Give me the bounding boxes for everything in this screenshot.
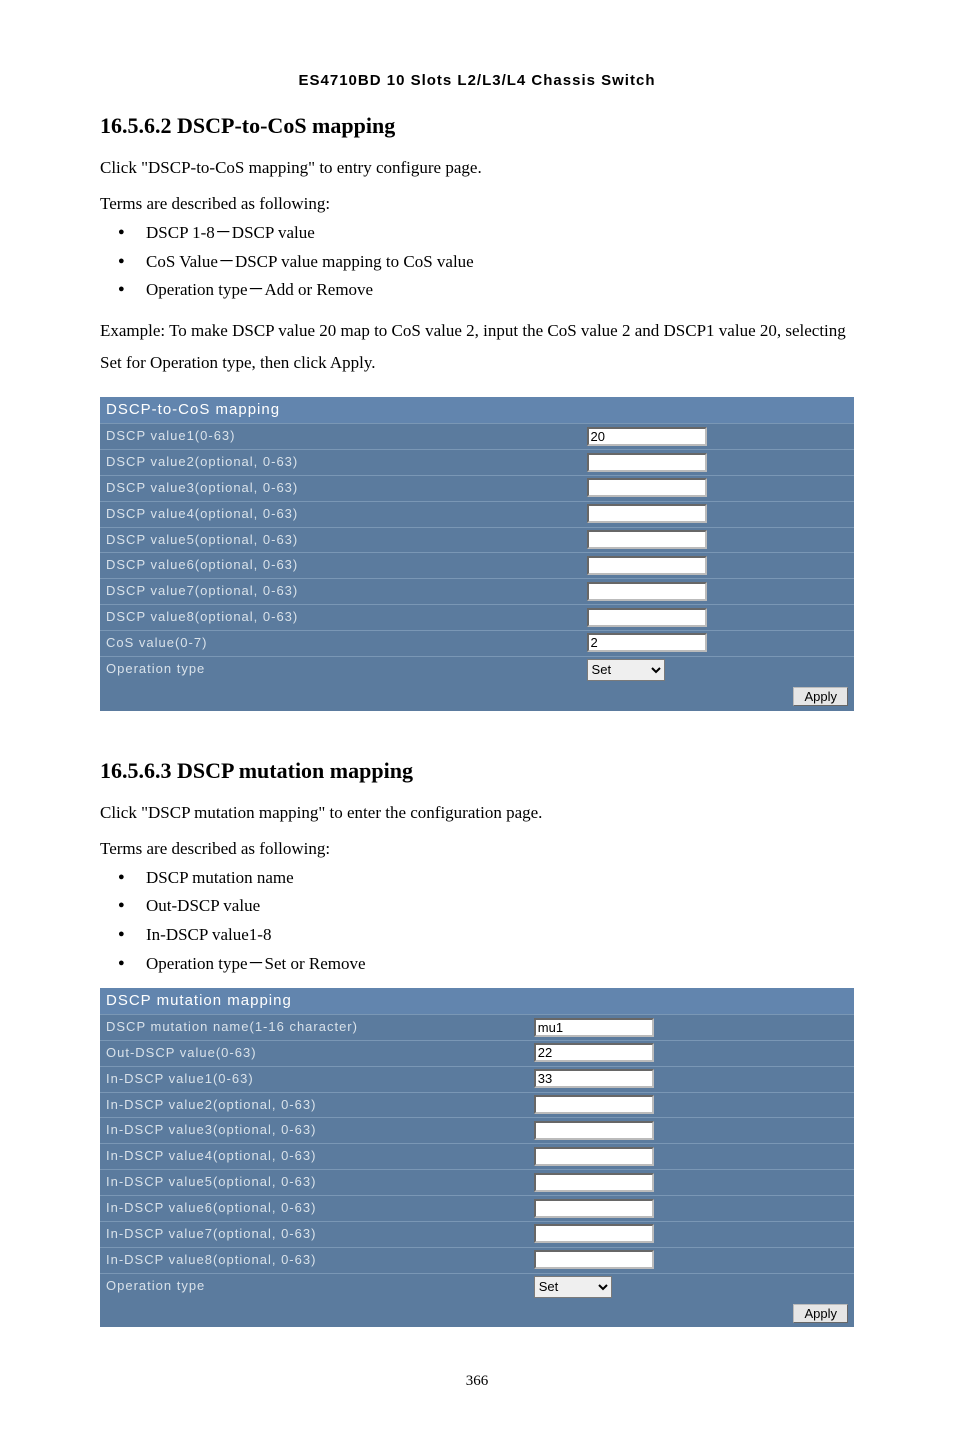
row-label: DSCP value6(optional, 0-63): [100, 553, 583, 579]
out-dscp-input[interactable]: [534, 1043, 654, 1062]
in-dscp-value5-input[interactable]: [534, 1173, 654, 1192]
apply-button[interactable]: Apply: [793, 687, 848, 706]
list-item: In-DSCP value1-8: [118, 923, 854, 948]
section1-terms-title: Terms are described as following:: [100, 192, 854, 217]
section2-intro: Click "DSCP mutation mapping" to enter t…: [100, 801, 854, 826]
section2-heading: 16.5.6.3 DSCP mutation mapping: [100, 755, 854, 787]
row-label: Operation type: [100, 656, 583, 683]
in-dscp-value2-input[interactable]: [534, 1095, 654, 1114]
row-label: In-DSCP value4(optional, 0-63): [100, 1144, 530, 1170]
row-label: DSCP value1(0-63): [100, 424, 583, 450]
section2-terms-title: Terms are described as following:: [100, 837, 854, 862]
list-item: Operation type－Add or Remove: [118, 278, 854, 303]
cos-value-input[interactable]: [587, 633, 707, 652]
section2-terms-list: DSCP mutation name Out-DSCP value In-DSC…: [118, 866, 854, 977]
in-dscp-value3-input[interactable]: [534, 1121, 654, 1140]
in-dscp-value1-input[interactable]: [534, 1069, 654, 1088]
in-dscp-value7-input[interactable]: [534, 1224, 654, 1243]
row-label: In-DSCP value8(optional, 0-63): [100, 1247, 530, 1273]
row-label: DSCP value2(optional, 0-63): [100, 450, 583, 476]
row-label: In-DSCP value2(optional, 0-63): [100, 1092, 530, 1118]
list-item: DSCP 1-8－DSCP value: [118, 221, 854, 246]
row-label: In-DSCP value3(optional, 0-63): [100, 1118, 530, 1144]
apply-button[interactable]: Apply: [793, 1304, 848, 1323]
in-dscp-value6-input[interactable]: [534, 1199, 654, 1218]
operation-type-select[interactable]: Set: [587, 659, 665, 681]
list-item: Out-DSCP value: [118, 894, 854, 919]
dscp-value4-input[interactable]: [587, 504, 707, 523]
row-label: Out-DSCP value(0-63): [100, 1040, 530, 1066]
list-item: Operation type－Set or Remove: [118, 952, 854, 977]
dscp-value2-input[interactable]: [587, 453, 707, 472]
row-label: DSCP value3(optional, 0-63): [100, 475, 583, 501]
section1-example: Example: To make DSCP value 20 map to Co…: [100, 315, 854, 380]
page-number: 366: [100, 1371, 854, 1393]
mutation-name-input[interactable]: [534, 1018, 654, 1037]
row-label: In-DSCP value1(0-63): [100, 1066, 530, 1092]
in-dscp-value4-input[interactable]: [534, 1147, 654, 1166]
dscp-value6-input[interactable]: [587, 556, 707, 575]
table-title: DSCP-to-CoS mapping: [100, 397, 854, 423]
table-title: DSCP mutation mapping: [100, 988, 854, 1014]
dscp-value3-input[interactable]: [587, 478, 707, 497]
row-label: CoS value(0-7): [100, 630, 583, 656]
list-item: CoS Value－DSCP value mapping to CoS valu…: [118, 250, 854, 275]
row-label: DSCP value5(optional, 0-63): [100, 527, 583, 553]
row-label: In-DSCP value5(optional, 0-63): [100, 1170, 530, 1196]
row-label: DSCP mutation name(1-16 character): [100, 1015, 530, 1041]
dscp-value1-input[interactable]: [587, 427, 707, 446]
doc-header: ES4710BD 10 Slots L2/L3/L4 Chassis Switc…: [100, 70, 854, 92]
dscp-value7-input[interactable]: [587, 582, 707, 601]
list-item: DSCP mutation name: [118, 866, 854, 891]
dscp-mutation-table: DSCP mutation mapping DSCP mutation name…: [100, 988, 854, 1327]
section1-intro: Click "DSCP-to-CoS mapping" to entry con…: [100, 156, 854, 181]
in-dscp-value8-input[interactable]: [534, 1250, 654, 1269]
section1-terms-list: DSCP 1-8－DSCP value CoS Value－DSCP value…: [118, 221, 854, 303]
row-label: In-DSCP value6(optional, 0-63): [100, 1196, 530, 1222]
row-label: DSCP value4(optional, 0-63): [100, 501, 583, 527]
row-label: In-DSCP value7(optional, 0-63): [100, 1221, 530, 1247]
row-label: Operation type: [100, 1273, 530, 1300]
section1-heading: 16.5.6.2 DSCP-to-CoS mapping: [100, 110, 854, 142]
operation-type-select[interactable]: Set: [534, 1276, 612, 1298]
row-label: DSCP value8(optional, 0-63): [100, 605, 583, 631]
dscp-cos-table: DSCP-to-CoS mapping DSCP value1(0-63) DS…: [100, 397, 854, 710]
dscp-value5-input[interactable]: [587, 530, 707, 549]
dscp-value8-input[interactable]: [587, 608, 707, 627]
row-label: DSCP value7(optional, 0-63): [100, 579, 583, 605]
